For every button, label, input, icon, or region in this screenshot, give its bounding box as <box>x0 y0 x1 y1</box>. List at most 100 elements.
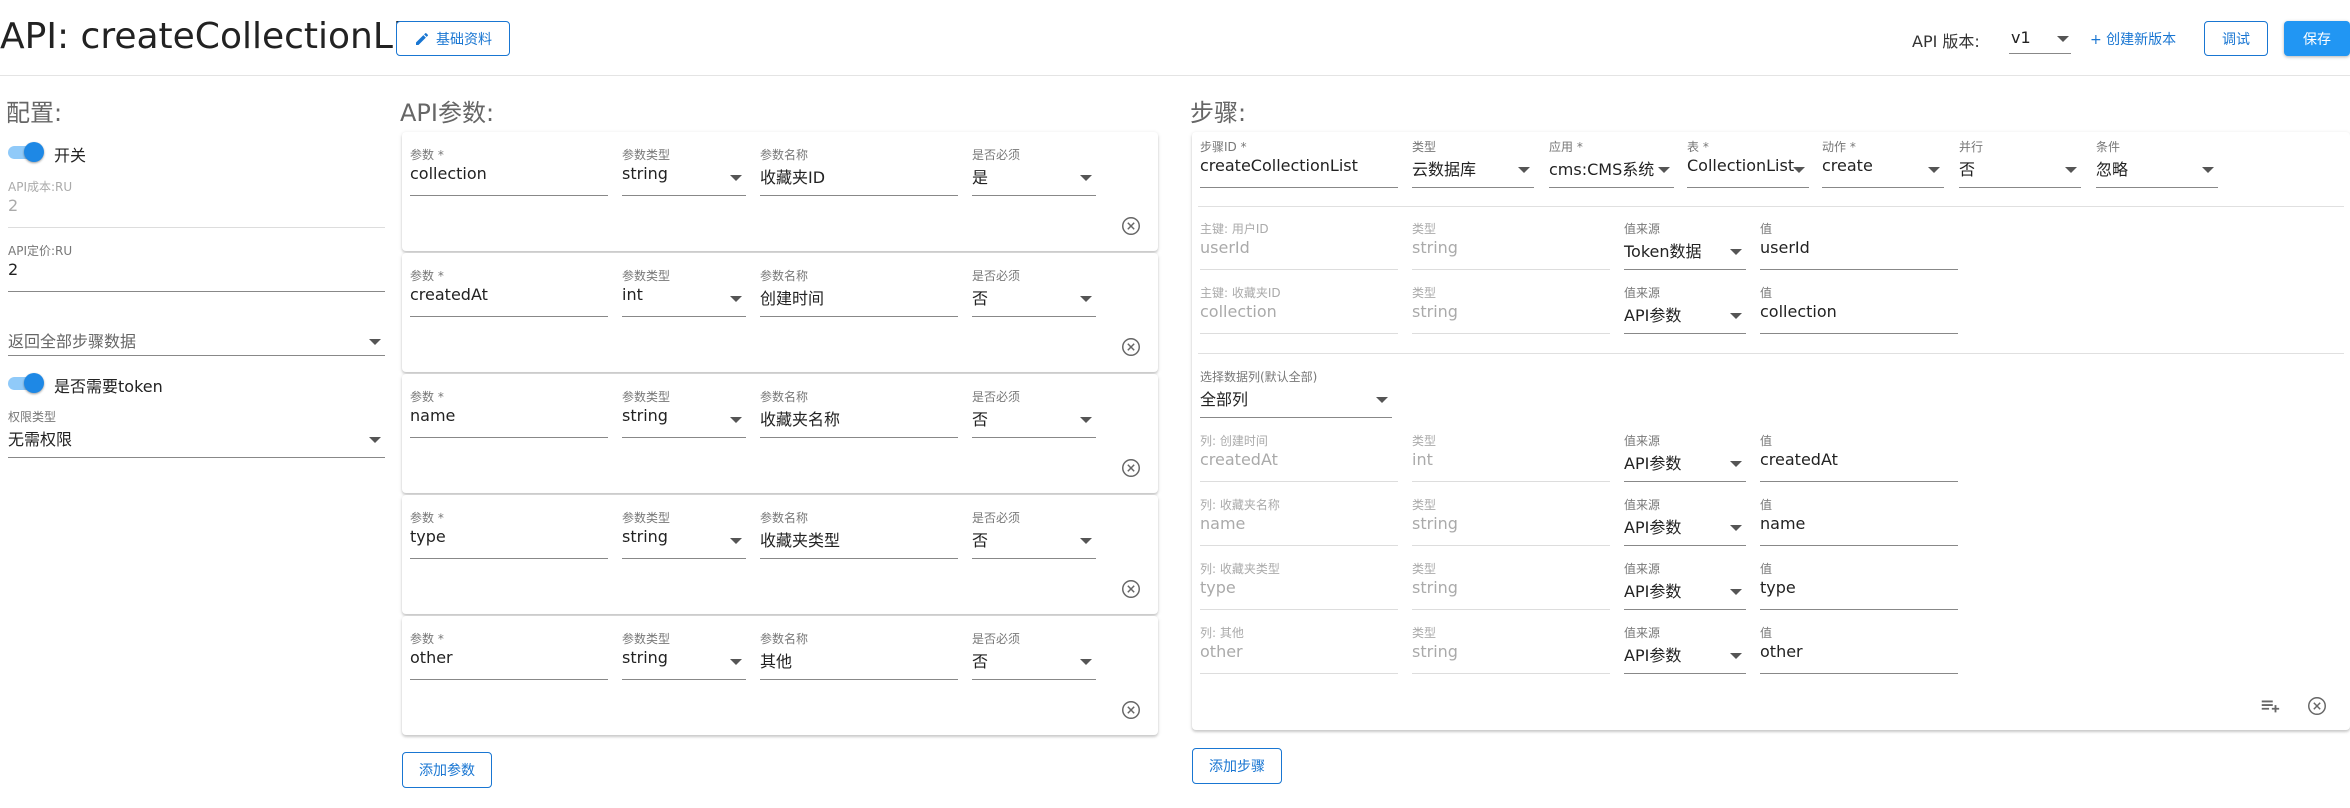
return-data-select[interactable]: 返回全部步骤数据 <box>8 310 385 356</box>
chevron-down-icon <box>2065 167 2077 173</box>
row-source-select-value: API参数 <box>1624 306 1682 325</box>
row-type-value: string <box>1412 578 1458 597</box>
playlist-add-icon[interactable] <box>2259 695 2281 717</box>
add-step-label: 添加步骤 <box>1209 759 1265 775</box>
param-display-field[interactable]: 参数名称 收藏夹ID <box>760 146 958 196</box>
param-card: 参数 * name 参数类型 string 参数名称 收藏夹名称 是否必须否 <box>402 374 1158 493</box>
param-required-select[interactable]: 是否必须否 <box>972 630 1096 680</box>
param-type-select[interactable]: 参数类型 string <box>622 146 746 196</box>
param-required-select-label: 是否必须 <box>972 632 1021 646</box>
api-cost-underline <box>8 227 385 228</box>
param-type-select-label: 参数类型 <box>622 148 671 162</box>
row-value-field[interactable]: 值 collection <box>1760 284 1958 334</box>
step-app-field-label: 应用 * <box>1549 140 1583 154</box>
row-type-label: 类型 <box>1412 434 1437 448</box>
row-type-label: 类型 <box>1412 562 1437 576</box>
row-value-field[interactable]: 值 createdAt <box>1760 432 1958 482</box>
param-type-select[interactable]: 参数类型 string <box>622 630 746 680</box>
create-version-button[interactable]: + 创建新版本 <box>2090 29 2176 49</box>
step-condition-field-value: 忽略 <box>2096 160 2129 179</box>
row-value-field-value: createdAt <box>1760 450 1838 469</box>
row-type-underline <box>1412 673 1610 674</box>
step-parallel-field[interactable]: 并行否 <box>1959 138 2081 188</box>
param-name-field[interactable]: 参数 * createdAt <box>410 267 608 317</box>
row-value-field[interactable]: 值 userId <box>1760 220 1958 270</box>
step-app-field[interactable]: 应用 * cms:CMS系统 <box>1549 138 1674 188</box>
step-type-field[interactable]: 类型 云数据库 <box>1412 138 1534 188</box>
api-price-field[interactable]: API定价:RU 2 <box>8 242 385 292</box>
row-value-field-underline <box>1760 269 1958 270</box>
param-display-field[interactable]: 参数名称 其他 <box>760 630 958 680</box>
basic-info-button[interactable]: 基础资料 <box>396 21 510 56</box>
token-switch[interactable] <box>8 373 44 393</box>
param-card: 参数 * collection 参数类型 string 参数名称 收藏夹ID 是否必须是 <box>402 132 1158 251</box>
row-source-select[interactable]: 值来源 API参数 <box>1624 432 1746 482</box>
select-columns-underline <box>1200 417 1392 418</box>
row-value-field-label: 值 <box>1760 498 1773 512</box>
row-type: 类型 string <box>1412 496 1610 546</box>
close-circle-icon[interactable] <box>2306 695 2328 717</box>
add-step-button[interactable]: 添加步骤 <box>1192 748 1282 784</box>
param-required-select-label: 是否必须 <box>972 511 1021 525</box>
param-required-select[interactable]: 是否必须否 <box>972 388 1096 438</box>
row-type-value: string <box>1412 238 1458 257</box>
version-select[interactable]: v1 <box>2009 22 2071 54</box>
close-circle-icon[interactable] <box>1120 578 1142 600</box>
step-action-field[interactable]: 动作 * create <box>1822 138 1944 188</box>
param-required-select[interactable]: 是否必须是 <box>972 146 1096 196</box>
param-name-field[interactable]: 参数 * type <box>410 509 608 559</box>
select-columns-select[interactable]: 选择数据列(默认全部) 全部列 <box>1200 368 1392 418</box>
close-circle-icon[interactable] <box>1120 457 1142 479</box>
step-id-field[interactable]: 步骤ID * createCollectionList <box>1200 138 1398 188</box>
row-source-select[interactable]: 值来源 Token数据 <box>1624 220 1746 270</box>
close-circle-icon[interactable] <box>1120 699 1142 721</box>
row-value-field[interactable]: 值 other <box>1760 624 1958 674</box>
row-field-underline <box>1200 673 1398 674</box>
param-display-field-underline <box>760 679 958 680</box>
row-source-select[interactable]: 值来源 API参数 <box>1624 284 1746 334</box>
row-type: 类型 string <box>1412 560 1610 610</box>
param-required-select-underline <box>972 195 1096 196</box>
close-circle-icon[interactable] <box>1120 336 1142 358</box>
param-required-select[interactable]: 是否必须否 <box>972 267 1096 317</box>
row-source-select-label: 值来源 <box>1624 498 1661 512</box>
step-table-field[interactable]: 表 * CollectionList <box>1687 138 1809 188</box>
row-source-select[interactable]: 值来源 API参数 <box>1624 560 1746 610</box>
param-type-select[interactable]: 参数类型 string <box>622 509 746 559</box>
row-value-field[interactable]: 值 type <box>1760 560 1958 610</box>
param-display-field[interactable]: 参数名称 创建时间 <box>760 267 958 317</box>
param-type-select[interactable]: 参数类型 string <box>622 388 746 438</box>
param-name-field[interactable]: 参数 * name <box>410 388 608 438</box>
param-name-field[interactable]: 参数 * collection <box>410 146 608 196</box>
row-value-field[interactable]: 值 name <box>1760 496 1958 546</box>
chevron-down-icon <box>730 417 742 423</box>
permission-value: 无需权限 <box>8 430 73 449</box>
row-source-select[interactable]: 值来源 API参数 <box>1624 496 1746 546</box>
row-source-select-underline <box>1624 673 1746 674</box>
step-condition-field[interactable]: 条件 忽略 <box>2096 138 2218 188</box>
permission-select[interactable]: 权限类型 无需权限 <box>8 408 385 458</box>
param-name-field[interactable]: 参数 * other <box>410 630 608 680</box>
add-param-button[interactable]: 添加参数 <box>402 752 492 788</box>
return-data-underline <box>8 355 385 356</box>
param-display-field[interactable]: 参数名称 收藏夹类型 <box>760 509 958 559</box>
param-required-select[interactable]: 是否必须否 <box>972 509 1096 559</box>
step-parallel-field-underline <box>1959 187 2081 188</box>
chevron-down-icon <box>2057 36 2069 42</box>
close-circle-icon[interactable] <box>1120 215 1142 237</box>
chevron-down-icon <box>1730 313 1742 319</box>
param-display-field-underline <box>760 195 958 196</box>
debug-button[interactable]: 调试 <box>2204 21 2268 56</box>
row-type: 类型 string <box>1412 220 1610 270</box>
row-source-select[interactable]: 值来源 API参数 <box>1624 624 1746 674</box>
chevron-down-icon <box>369 339 381 345</box>
param-display-field[interactable]: 参数名称 收藏夹名称 <box>760 388 958 438</box>
step-card: 步骤ID * createCollectionList 类型 云数据库 应用 * cms:… <box>1192 132 2350 730</box>
save-button[interactable]: 保存 <box>2284 21 2350 56</box>
param-type-select[interactable]: 参数类型 int <box>622 267 746 317</box>
config-title: 配置: <box>6 99 63 127</box>
row-value-field-underline <box>1760 481 1958 482</box>
row-source-select-value: API参数 <box>1624 582 1682 601</box>
permission-underline <box>8 457 385 458</box>
enable-switch[interactable] <box>8 142 44 162</box>
